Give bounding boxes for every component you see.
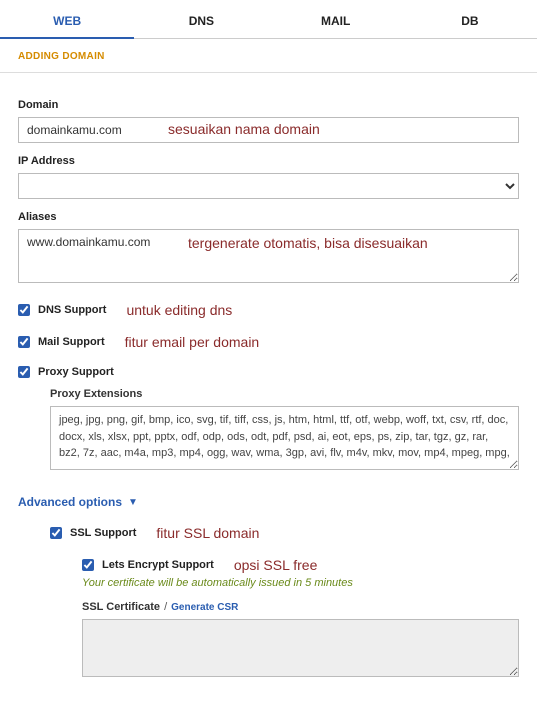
ip-select[interactable] bbox=[18, 173, 519, 199]
mail-support-label: Mail Support bbox=[38, 336, 105, 348]
generate-csr-link[interactable]: Generate CSR bbox=[171, 602, 238, 613]
annotation-mail: fitur email per domain bbox=[125, 334, 260, 350]
ip-label: IP Address bbox=[18, 155, 519, 167]
lets-encrypt-note: Your certificate will be automatically i… bbox=[82, 577, 519, 589]
proxy-ext-label: Proxy Extensions bbox=[50, 388, 519, 400]
dns-support-label: DNS Support bbox=[38, 304, 106, 316]
tab-web[interactable]: WEB bbox=[0, 8, 134, 38]
tab-dns[interactable]: DNS bbox=[134, 8, 268, 38]
aliases-label: Aliases bbox=[18, 211, 519, 223]
annotation-ssl: fitur SSL domain bbox=[156, 525, 259, 541]
advanced-options-label: Advanced options bbox=[18, 495, 122, 509]
ssl-support-row: SSL Support fitur SSL domain bbox=[50, 525, 519, 541]
proxy-support-checkbox[interactable] bbox=[18, 366, 30, 378]
proxy-support-label: Proxy Support bbox=[38, 366, 114, 378]
ssl-cert-textarea[interactable] bbox=[82, 619, 519, 677]
proxy-support-row: Proxy Support bbox=[18, 366, 519, 378]
caret-down-icon: ▼ bbox=[128, 497, 138, 508]
tab-mail[interactable]: MAIL bbox=[269, 8, 403, 38]
page-subheader: ADDING DOMAIN bbox=[0, 39, 537, 73]
ssl-support-label: SSL Support bbox=[70, 527, 136, 539]
annotation-lets-encrypt: opsi SSL free bbox=[234, 557, 318, 573]
lets-encrypt-checkbox[interactable] bbox=[82, 559, 94, 571]
lets-encrypt-row: Lets Encrypt Support opsi SSL free bbox=[82, 557, 519, 573]
domain-input[interactable] bbox=[18, 117, 519, 143]
tab-bar: WEB DNS MAIL DB bbox=[0, 0, 537, 39]
annotation-dns: untuk editing dns bbox=[126, 302, 232, 318]
ssl-cert-slash: / bbox=[164, 601, 167, 613]
ssl-support-checkbox[interactable] bbox=[50, 527, 62, 539]
dns-support-row: DNS Support untuk editing dns bbox=[18, 302, 519, 318]
domain-form: Domain sesuaikan nama domain IP Address … bbox=[0, 73, 537, 704]
mail-support-checkbox[interactable] bbox=[18, 336, 30, 348]
domain-label: Domain bbox=[18, 99, 519, 111]
dns-support-checkbox[interactable] bbox=[18, 304, 30, 316]
tab-db[interactable]: DB bbox=[403, 8, 537, 38]
aliases-textarea[interactable] bbox=[18, 229, 519, 283]
proxy-ext-block: Proxy Extensions bbox=[50, 388, 519, 473]
ssl-cert-label-row: SSL Certificate / Generate CSR bbox=[82, 601, 519, 613]
lets-encrypt-label: Lets Encrypt Support bbox=[102, 559, 214, 571]
ssl-cert-label: SSL Certificate bbox=[82, 601, 160, 613]
mail-support-row: Mail Support fitur email per domain bbox=[18, 334, 519, 350]
proxy-ext-textarea[interactable] bbox=[50, 406, 519, 470]
advanced-options-toggle[interactable]: Advanced options ▼ bbox=[18, 495, 519, 509]
